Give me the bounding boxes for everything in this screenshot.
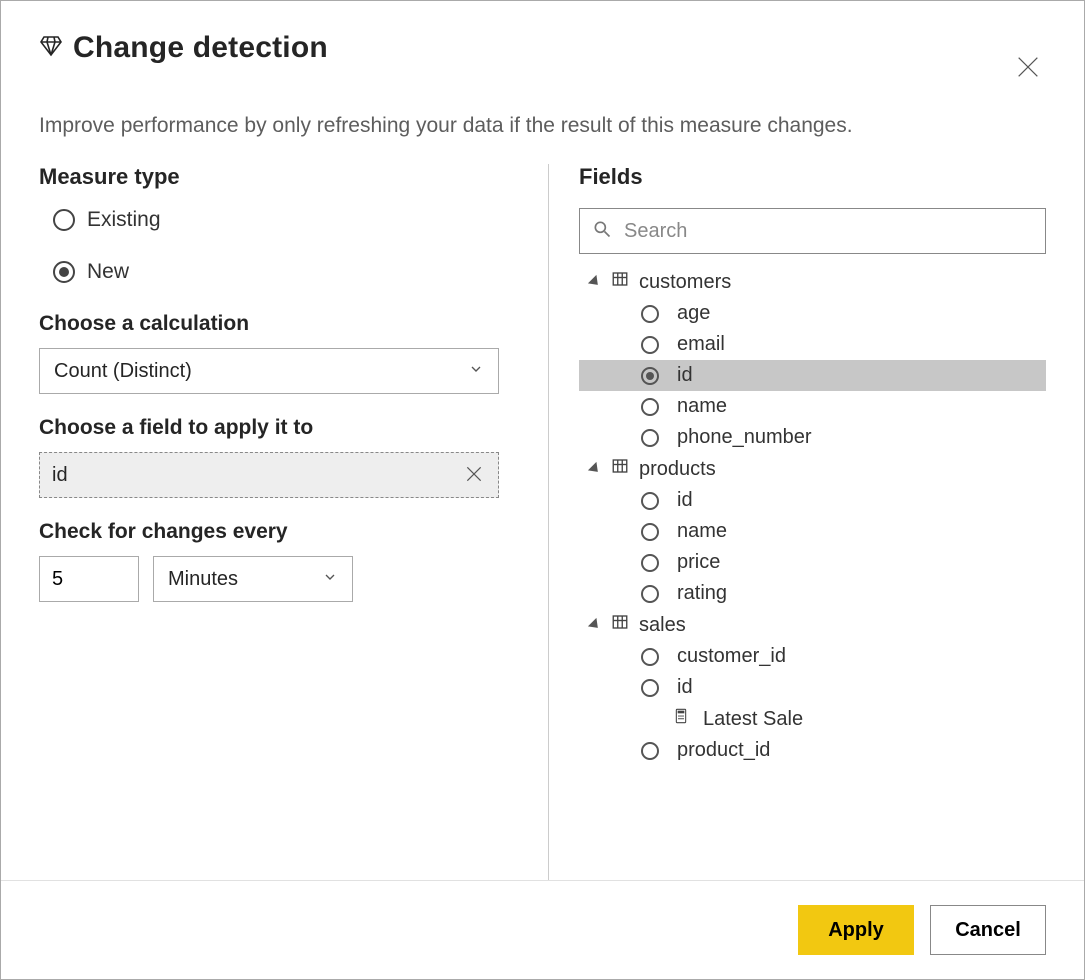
interval-unit-select[interactable]: Minutes xyxy=(153,556,353,602)
field-name: email xyxy=(677,333,725,356)
chevron-down-icon xyxy=(468,360,484,383)
fields-tree[interactable]: customers age email id name phone_numberprodu… xyxy=(579,266,1046,880)
expand-icon xyxy=(588,618,602,632)
field-radio-icon xyxy=(641,554,659,572)
fields-search[interactable] xyxy=(579,208,1046,254)
field-name: age xyxy=(677,302,710,325)
expand-icon xyxy=(588,275,602,289)
field-name: product_id xyxy=(677,739,770,762)
table-node[interactable]: sales xyxy=(579,609,1046,641)
field-radio-icon xyxy=(641,336,659,354)
title-row: Change detection xyxy=(39,31,328,65)
search-input[interactable] xyxy=(622,219,1033,244)
table-name: sales xyxy=(639,614,686,637)
field-node[interactable]: email xyxy=(579,329,1046,360)
table-name: products xyxy=(639,458,716,481)
field-radio-icon xyxy=(641,305,659,323)
interval-value-input[interactable] xyxy=(39,556,139,602)
radio-icon xyxy=(53,261,75,283)
field-radio-icon xyxy=(641,429,659,447)
dialog-header: Change detection xyxy=(39,31,1046,88)
radio-existing[interactable]: Existing xyxy=(53,208,518,232)
dialog-title: Change detection xyxy=(73,31,328,65)
radio-icon xyxy=(53,209,75,231)
field-node[interactable]: Latest Sale xyxy=(579,703,1046,735)
radio-label: New xyxy=(87,260,129,284)
field-name: phone_number xyxy=(677,426,812,449)
interval-row: Minutes xyxy=(39,556,518,602)
clear-field-button[interactable] xyxy=(462,462,486,489)
field-radio-icon xyxy=(641,742,659,760)
field-radio-icon xyxy=(641,398,659,416)
dialog-footer: Apply Cancel xyxy=(1,880,1084,979)
measure-icon xyxy=(673,707,689,731)
dialog-subtitle: Improve performance by only refreshing y… xyxy=(39,114,1046,138)
calculation-value: Count (Distinct) xyxy=(54,360,192,383)
field-node[interactable]: customer_id xyxy=(579,641,1046,672)
field-node[interactable]: id xyxy=(579,360,1046,391)
field-node[interactable]: age xyxy=(579,298,1046,329)
field-name: price xyxy=(677,551,720,574)
field-name: name xyxy=(677,520,727,543)
field-radio-icon xyxy=(641,367,659,385)
field-radio-icon xyxy=(641,523,659,541)
fields-title: Fields xyxy=(579,164,1046,190)
field-name: id xyxy=(677,676,693,699)
measure-type-title: Measure type xyxy=(39,164,518,190)
table-name: customers xyxy=(639,271,731,294)
close-icon xyxy=(1014,69,1042,84)
chevron-down-icon xyxy=(322,568,338,591)
field-node[interactable]: id xyxy=(579,672,1046,703)
close-icon xyxy=(464,472,484,487)
field-name: Latest Sale xyxy=(703,708,803,731)
field-radio-icon xyxy=(641,585,659,603)
apply-field-value: id xyxy=(52,464,68,487)
field-radio-icon xyxy=(641,679,659,697)
calculation-select[interactable]: Count (Distinct) xyxy=(39,348,499,394)
field-node[interactable]: name xyxy=(579,391,1046,422)
radio-label: Existing xyxy=(87,208,161,232)
apply-button[interactable]: Apply xyxy=(798,905,914,955)
table-node[interactable]: products xyxy=(579,453,1046,485)
table-icon xyxy=(611,613,629,637)
field-name: id xyxy=(677,364,693,387)
field-node[interactable]: name xyxy=(579,516,1046,547)
field-name: rating xyxy=(677,582,727,605)
field-node[interactable]: phone_number xyxy=(579,422,1046,453)
radio-new[interactable]: New xyxy=(53,260,518,284)
close-button[interactable] xyxy=(1010,49,1046,88)
dialog-content: Measure type Existing New Choose a calcu… xyxy=(39,164,1046,880)
field-node[interactable]: rating xyxy=(579,578,1046,609)
apply-field-label: Choose a field to apply it to xyxy=(39,416,518,440)
field-radio-icon xyxy=(641,648,659,666)
field-node[interactable]: price xyxy=(579,547,1046,578)
cancel-button[interactable]: Cancel xyxy=(930,905,1046,955)
change-detection-dialog: Change detection Improve performance by … xyxy=(1,1,1084,880)
left-panel: Measure type Existing New Choose a calcu… xyxy=(39,164,549,880)
calculation-label: Choose a calculation xyxy=(39,312,518,336)
fields-panel: Fields customers age email id name phone_numb… xyxy=(549,164,1046,880)
measure-type-radio-group: Existing New xyxy=(53,208,518,284)
field-name: customer_id xyxy=(677,645,786,668)
interval-label: Check for changes every xyxy=(39,520,518,544)
table-node[interactable]: customers xyxy=(579,266,1046,298)
apply-field-chip[interactable]: id xyxy=(39,452,499,498)
field-node[interactable]: id xyxy=(579,485,1046,516)
search-icon xyxy=(592,219,612,244)
field-name: id xyxy=(677,489,693,512)
field-node[interactable]: product_id xyxy=(579,735,1046,766)
table-icon xyxy=(611,457,629,481)
field-name: name xyxy=(677,395,727,418)
table-icon xyxy=(611,270,629,294)
diamond-icon xyxy=(39,34,63,63)
expand-icon xyxy=(588,462,602,476)
interval-unit-value: Minutes xyxy=(168,568,238,591)
field-radio-icon xyxy=(641,492,659,510)
